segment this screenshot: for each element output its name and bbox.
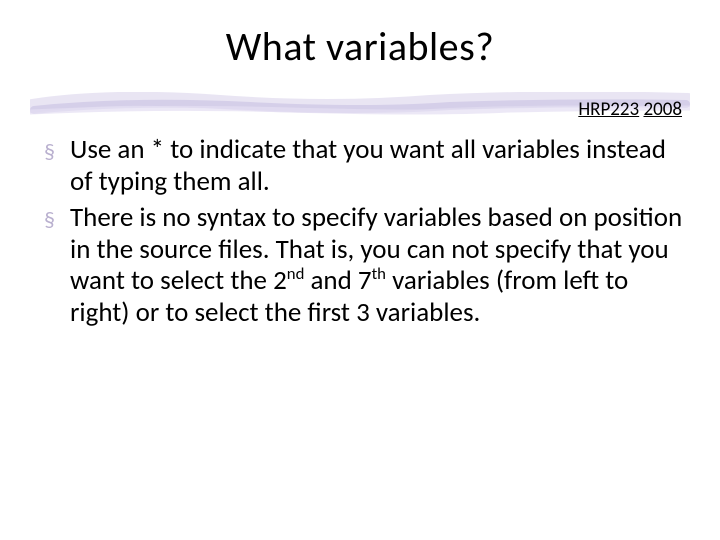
body-text: § Use an * to indicate that you want all…: [44, 134, 684, 333]
course-year: 2008: [643, 98, 682, 121]
slide: What variables? HRP223 2008 § Use an * t…: [0, 0, 720, 540]
course-code: HRP223: [578, 98, 639, 121]
bullet-marker-icon: §: [44, 202, 70, 235]
bullet-text: Use an * to indicate that you want all v…: [70, 134, 684, 198]
bullet-marker-icon: §: [44, 134, 70, 167]
bullet-item: § There is no syntax to specify variable…: [44, 202, 684, 329]
course-label: HRP223 2008: [578, 98, 682, 121]
bullet-item: § Use an * to indicate that you want all…: [44, 134, 684, 198]
slide-title: What variables?: [0, 22, 720, 71]
bullet-text: There is no syntax to specify variables …: [70, 202, 684, 329]
